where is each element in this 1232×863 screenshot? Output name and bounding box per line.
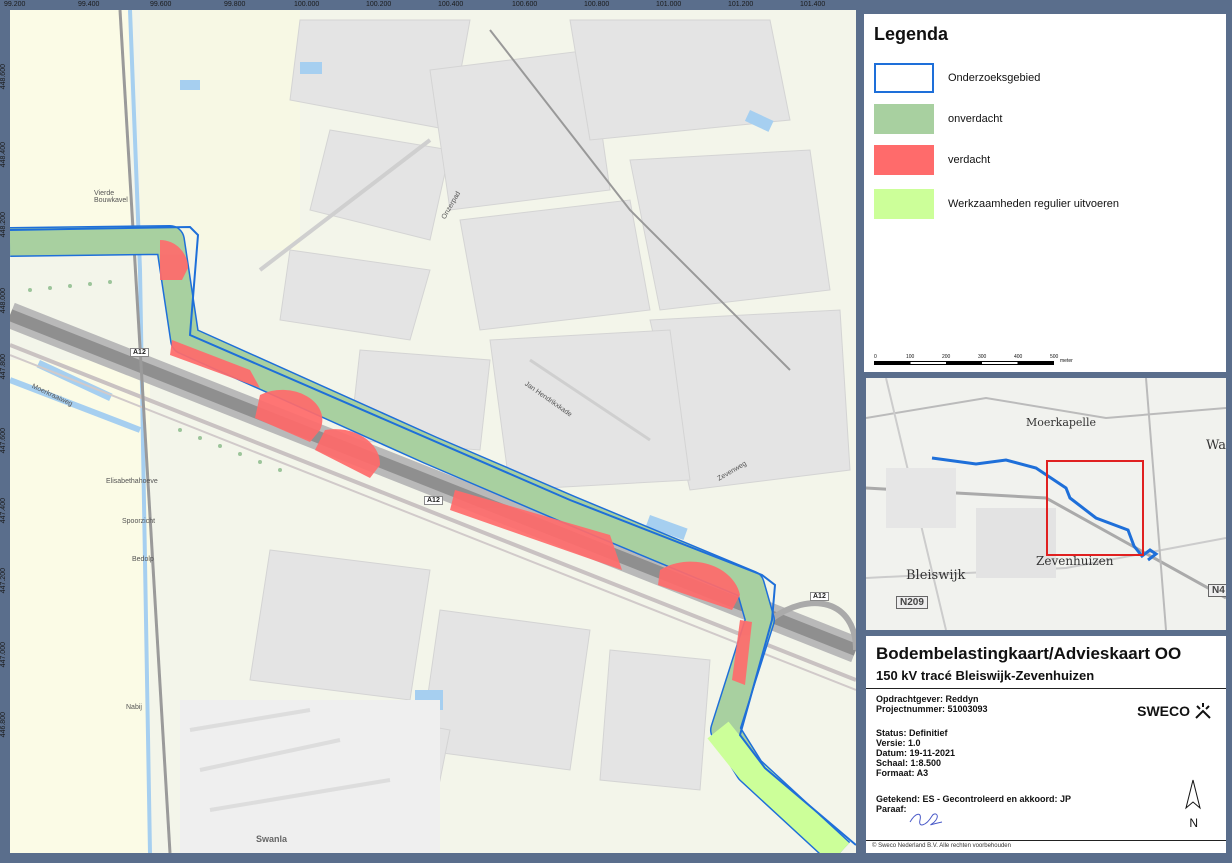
legend-item-onverdacht: onverdacht bbox=[874, 103, 1002, 135]
place-label: Spoorzicht bbox=[122, 518, 156, 525]
overview-road: N209 bbox=[896, 596, 928, 609]
y-coord: 447.000 bbox=[0, 642, 7, 668]
north-label: N bbox=[1189, 816, 1198, 830]
y-coord: 448.400 bbox=[0, 142, 7, 168]
overview-road: N4 bbox=[1208, 584, 1226, 597]
place-label: Bedolp bbox=[132, 556, 154, 563]
legend-swatch bbox=[874, 145, 934, 175]
legend-item-verdacht: verdacht bbox=[874, 144, 990, 176]
map-title: Bodembelastingkaart/Advieskaart OO bbox=[876, 644, 1182, 663]
x-coord: 100.000 bbox=[294, 1, 320, 8]
scale-tick: 300 bbox=[978, 354, 987, 360]
x-coord: 100.200 bbox=[366, 1, 392, 8]
y-coord: 447.400 bbox=[0, 498, 7, 524]
x-coord: 101.400 bbox=[800, 1, 826, 8]
overview-map[interactable]: Moerkapelle Bleiswijk Zevenhuizen Wa N20… bbox=[866, 378, 1226, 630]
legend-label: verdacht bbox=[948, 154, 991, 166]
road-label-a12: A12 bbox=[424, 496, 443, 505]
y-coord: 447.200 bbox=[0, 568, 7, 594]
legend-label: Werkzaamheden regulier uitvoeren bbox=[948, 198, 1119, 210]
y-coord: 448.000 bbox=[0, 288, 7, 314]
drawn-by-text: Getekend: ES - Gecontroleerd en akkoord:… bbox=[876, 794, 1072, 804]
sweco-logo-icon bbox=[1195, 703, 1211, 719]
overview-place: Wa bbox=[1206, 438, 1226, 453]
x-coord: 101.200 bbox=[728, 1, 754, 8]
y-coord: 447.600 bbox=[0, 428, 7, 454]
legend-label: onverdacht bbox=[948, 113, 1003, 125]
legend-swatch bbox=[874, 63, 934, 93]
legend-item-werkzaamheden: Werkzaamheden regulier uitvoeren bbox=[874, 188, 1119, 220]
place-label: Vierde Bouwkavel bbox=[94, 190, 128, 204]
overview-place: Moerkapelle bbox=[1026, 416, 1096, 429]
y-coord: 447.800 bbox=[0, 354, 7, 380]
client-text: Opdrachtgever: Reddyn bbox=[876, 694, 979, 704]
x-coord: 101.000 bbox=[656, 1, 682, 8]
date-text: Datum: 19-11-2021 bbox=[876, 748, 956, 758]
scale-tick: 0 bbox=[874, 354, 877, 360]
sweco-wordmark: SWECO bbox=[1137, 703, 1190, 719]
y-coord: 448.600 bbox=[0, 64, 7, 90]
x-coord: 99.800 bbox=[224, 1, 246, 8]
overview-place: Bleiswijk bbox=[906, 568, 966, 583]
status-text: Status: Definitief bbox=[876, 728, 948, 738]
sweco-logo: SWECO bbox=[1137, 702, 1212, 720]
y-coord: 448.200 bbox=[0, 212, 7, 238]
legend-swatch bbox=[874, 189, 934, 219]
title-block: Bodembelastingkaart/Advieskaart OO 150 k… bbox=[866, 636, 1226, 853]
divider bbox=[866, 688, 1226, 689]
place-label: Swanla bbox=[256, 834, 288, 844]
x-coord: 99.400 bbox=[78, 1, 100, 8]
y-coord: 446.800 bbox=[0, 712, 7, 738]
format-text: Formaat: A3 bbox=[876, 768, 929, 778]
legend-label: Onderzoeksgebied bbox=[948, 72, 1041, 84]
legend-panel: Legenda Onderzoeksgebied onverdacht verd… bbox=[864, 14, 1226, 372]
road-label-a12: A12 bbox=[810, 592, 829, 601]
scale-tick: 100 bbox=[906, 354, 915, 360]
x-coord: 100.600 bbox=[512, 1, 538, 8]
legend-item-onderzoeksgebied: Onderzoeksgebied bbox=[874, 62, 1040, 94]
scale-tick: 400 bbox=[1014, 354, 1023, 360]
overview-place: Zevenhuizen bbox=[1036, 554, 1114, 568]
divider bbox=[866, 840, 1226, 841]
signature-icon bbox=[909, 813, 943, 826]
legend-swatch bbox=[874, 104, 934, 134]
x-coord: 100.400 bbox=[438, 1, 464, 8]
main-map[interactable]: A12 A12 A12 Vierde Bouwkavel Elisabethah… bbox=[10, 10, 856, 853]
x-coord: 99.600 bbox=[150, 1, 172, 8]
map-canvas bbox=[10, 10, 856, 853]
x-coord: 100.800 bbox=[584, 1, 610, 8]
place-label: Nabij bbox=[126, 704, 142, 711]
map-subtitle: 150 kV tracé Bleiswijk-Zevenhuizen bbox=[876, 668, 1095, 683]
project-number: Projectnummer: 51003093 bbox=[876, 704, 988, 714]
place-label: Elisabethahoeve bbox=[106, 478, 158, 485]
paraaf-label: Paraaf: bbox=[876, 804, 907, 814]
scale-text: Schaal: 1:8.500 bbox=[876, 758, 942, 768]
x-coord: 99.200 bbox=[4, 1, 26, 8]
version-text: Versie: 1.0 bbox=[876, 738, 921, 748]
legend-title: Legenda bbox=[874, 24, 949, 44]
scale-tick: 500 bbox=[1050, 354, 1059, 360]
road-label-a12: A12 bbox=[130, 348, 149, 357]
scale-bar: 0 100 200 300 400 500 meter bbox=[874, 354, 1094, 368]
copyright-text: © Sweco Nederland B.V. Alle rechten voor… bbox=[872, 843, 1011, 849]
scale-tick: 200 bbox=[942, 354, 951, 360]
scale-unit: meter bbox=[1060, 358, 1073, 364]
